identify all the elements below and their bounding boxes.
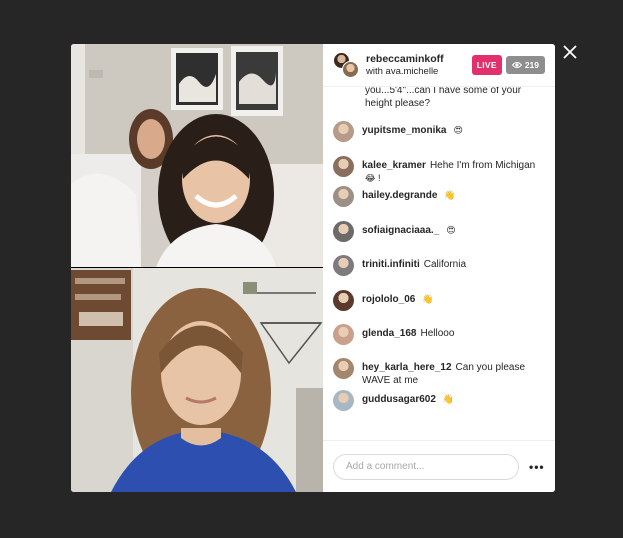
- more-options-icon[interactable]: •••: [529, 460, 545, 474]
- commenter-username[interactable]: kalee_kramer: [362, 160, 426, 171]
- comment-item: rojololo_06 👋: [333, 290, 545, 324]
- comment-partial: you...5'4"...can I have some of your hei…: [333, 87, 545, 121]
- comment-text: Hehe I'm from Michigan: [429, 160, 536, 171]
- live-badge: LIVE: [471, 55, 502, 75]
- comment-body: glenda_168 Hellooo: [362, 324, 457, 341]
- commenter-avatar[interactable]: [333, 156, 354, 177]
- commenter-avatar[interactable]: [333, 358, 354, 379]
- comment-emoji: 👋: [422, 294, 434, 304]
- guest-avatar: [342, 61, 359, 78]
- comment-body: sofiaignaciaaa._ 😍: [362, 221, 456, 238]
- comment-footer: •••: [323, 440, 555, 492]
- live-chat-panel: rebeccaminkoff with ava.michelle LIVE 21…: [323, 44, 555, 492]
- comment-emoji: 😍: [446, 225, 456, 235]
- comment-text: you...5'4"...can I have some of your hei…: [365, 87, 522, 109]
- guest-video-feed[interactable]: [71, 268, 323, 492]
- comment-body: hailey.degrande 👋: [362, 186, 456, 203]
- close-icon: [563, 45, 577, 59]
- guest-label[interactable]: with ava.michelle: [366, 66, 472, 77]
- commenter-username[interactable]: hailey.degrande: [362, 190, 437, 201]
- comment-emoji: 😂 !: [365, 172, 381, 183]
- close-button[interactable]: [560, 42, 580, 62]
- viewer-count: 219: [524, 60, 539, 70]
- comment-body: guddusagar602 👋: [362, 390, 454, 407]
- comment-text: California: [423, 259, 467, 270]
- comment-emoji: 😍: [453, 125, 463, 135]
- commenter-username[interactable]: sofiaignaciaaa._: [362, 225, 439, 236]
- comment-item: guddusagar602 👋: [333, 390, 545, 425]
- commenter-avatar[interactable]: [333, 221, 354, 242]
- live-header: rebeccaminkoff with ava.michelle LIVE 21…: [323, 44, 555, 87]
- comment-emoji: 👋: [444, 190, 456, 200]
- host-info: rebeccaminkoff with ava.michelle: [366, 53, 472, 77]
- host-avatars[interactable]: [333, 52, 359, 78]
- viewer-count-badge[interactable]: 219: [505, 56, 545, 74]
- comment-body: rojololo_06 👋: [362, 290, 434, 307]
- host-video-feed[interactable]: [71, 44, 323, 267]
- comment-item: sofiaignaciaaa._ 😍: [333, 221, 545, 255]
- commenter-avatar[interactable]: [333, 121, 354, 142]
- comment-item: kalee_kramer Hehe I'm from Michigan 😂 !: [333, 156, 545, 186]
- live-video-modal: rebeccaminkoff with ava.michelle LIVE 21…: [71, 44, 555, 492]
- commenter-avatar[interactable]: [333, 290, 354, 311]
- comment-item: hey_karla_here_12 Can you please WAVE at …: [333, 358, 545, 390]
- commenter-username[interactable]: glenda_168: [362, 328, 416, 339]
- commenter-username[interactable]: guddusagar602: [362, 394, 436, 405]
- host-username[interactable]: rebeccaminkoff: [366, 53, 472, 66]
- commenter-avatar[interactable]: [333, 186, 354, 207]
- commenter-username[interactable]: triniti.infiniti: [362, 259, 420, 270]
- comment-item: triniti.infiniti California: [333, 255, 545, 290]
- commenter-username[interactable]: rojololo_06: [362, 294, 415, 305]
- comment-body: triniti.infiniti California: [362, 255, 469, 272]
- comment-emoji: 👋: [442, 394, 455, 404]
- comment-body: kalee_kramer Hehe I'm from Michigan 😂 !: [362, 156, 545, 185]
- eye-icon: [511, 62, 522, 68]
- commenter-avatar[interactable]: [333, 390, 354, 411]
- comment-text: Hellooo: [420, 328, 455, 339]
- comment-body: hey_karla_here_12 Can you please WAVE at …: [362, 358, 545, 387]
- commenter-username[interactable]: yupitsme_monika: [362, 125, 446, 136]
- commenter-avatar[interactable]: [333, 255, 354, 276]
- comment-item: hailey.degrande 👋: [333, 186, 545, 221]
- commenter-avatar[interactable]: [333, 324, 354, 345]
- commenter-username[interactable]: hey_karla_here_12: [362, 362, 452, 373]
- video-area: [71, 44, 323, 492]
- comment-input[interactable]: [333, 453, 519, 480]
- comment-body: yupitsme_monika 😍: [362, 121, 463, 138]
- comment-item: yupitsme_monika 😍: [333, 121, 545, 156]
- comment-item: glenda_168 Hellooo: [333, 324, 545, 358]
- comment-list[interactable]: you...5'4"...can I have some of your hei…: [323, 87, 555, 440]
